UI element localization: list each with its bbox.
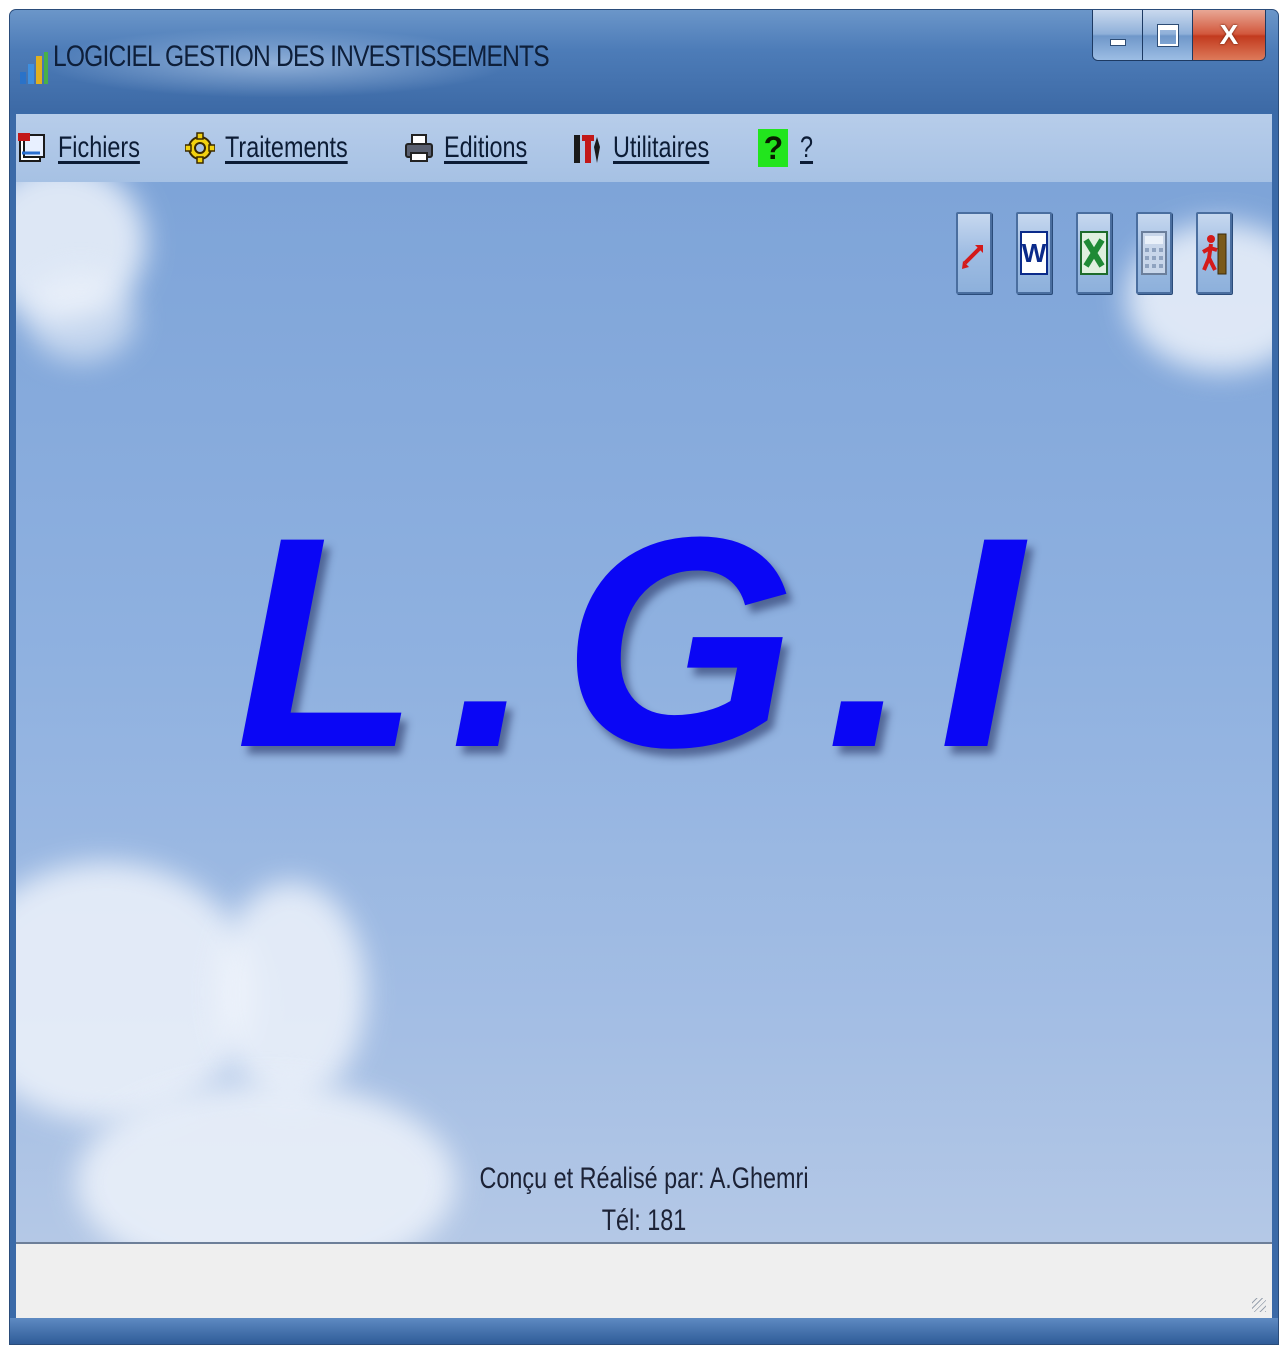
minimize-button[interactable] bbox=[1093, 10, 1143, 60]
excel-button[interactable] bbox=[1076, 212, 1112, 294]
application-window: LOGICIEL GESTION DES INVESTISSEMENTS X F… bbox=[10, 10, 1278, 1344]
caption-buttons: X bbox=[1092, 10, 1266, 61]
menu-item-help[interactable]: ? ? bbox=[758, 129, 817, 167]
menu-bar: Fichiers Traitements Editions Utilitaire… bbox=[16, 114, 1272, 182]
exit-button[interactable] bbox=[1196, 212, 1232, 294]
credit-phone: Tél: 181 bbox=[601, 1204, 687, 1237]
help-icon: ? bbox=[758, 129, 789, 167]
menu-label-utilitaires: Utilitaires bbox=[613, 131, 710, 164]
menu-item-editions[interactable]: Editions bbox=[404, 131, 551, 165]
printer-icon bbox=[404, 131, 434, 165]
files-icon bbox=[18, 131, 48, 165]
tools-icon bbox=[573, 131, 603, 165]
menu-item-utilitaires[interactable]: Utilitaires bbox=[573, 131, 736, 165]
exit-icon bbox=[1202, 233, 1227, 275]
menu-item-fichiers[interactable]: Fichiers bbox=[18, 131, 163, 165]
cloud bbox=[26, 272, 136, 362]
gear-icon bbox=[185, 131, 216, 165]
menu-item-traitements[interactable]: Traitements bbox=[185, 131, 382, 165]
excel-icon bbox=[1080, 231, 1108, 275]
swap-arrows-icon bbox=[962, 245, 983, 269]
transfer-button[interactable] bbox=[956, 212, 992, 294]
title-bar[interactable]: LOGICIEL GESTION DES INVESTISSEMENTS X bbox=[10, 10, 1278, 110]
word-icon: W bbox=[1020, 231, 1048, 275]
maximize-button[interactable] bbox=[1143, 10, 1193, 60]
minimize-icon bbox=[1109, 38, 1126, 46]
app-icon[interactable] bbox=[18, 50, 50, 86]
close-button[interactable]: X bbox=[1193, 10, 1265, 60]
toolbar: W bbox=[956, 212, 1232, 294]
calculator-icon bbox=[1141, 231, 1167, 275]
window-bottom-frame bbox=[10, 1318, 1278, 1344]
svg-text:W: W bbox=[1022, 238, 1047, 268]
close-icon: X bbox=[1219, 19, 1239, 50]
credit-author: Conçu et Réalisé par: A.Ghemri bbox=[479, 1162, 809, 1195]
menu-label-traitements: Traitements bbox=[225, 131, 348, 164]
menu-label-editions: Editions bbox=[444, 131, 528, 164]
status-bar bbox=[16, 1242, 1272, 1318]
main-area: W L.G.I Conçu et Réalisé par: A.Ghemri T… bbox=[16, 182, 1272, 1242]
window-title: LOGICIEL GESTION DES INVESTISSEMENTS bbox=[53, 40, 550, 73]
resize-grip-icon[interactable] bbox=[1252, 1298, 1266, 1312]
word-button[interactable]: W bbox=[1016, 212, 1052, 294]
menu-label-help: ? bbox=[800, 131, 814, 164]
maximize-icon bbox=[1156, 23, 1179, 47]
calculator-button[interactable] bbox=[1136, 212, 1172, 294]
app-logo: L.G.I bbox=[235, 474, 1053, 810]
menu-label-fichiers: Fichiers bbox=[58, 131, 140, 164]
cloud bbox=[216, 882, 366, 1102]
